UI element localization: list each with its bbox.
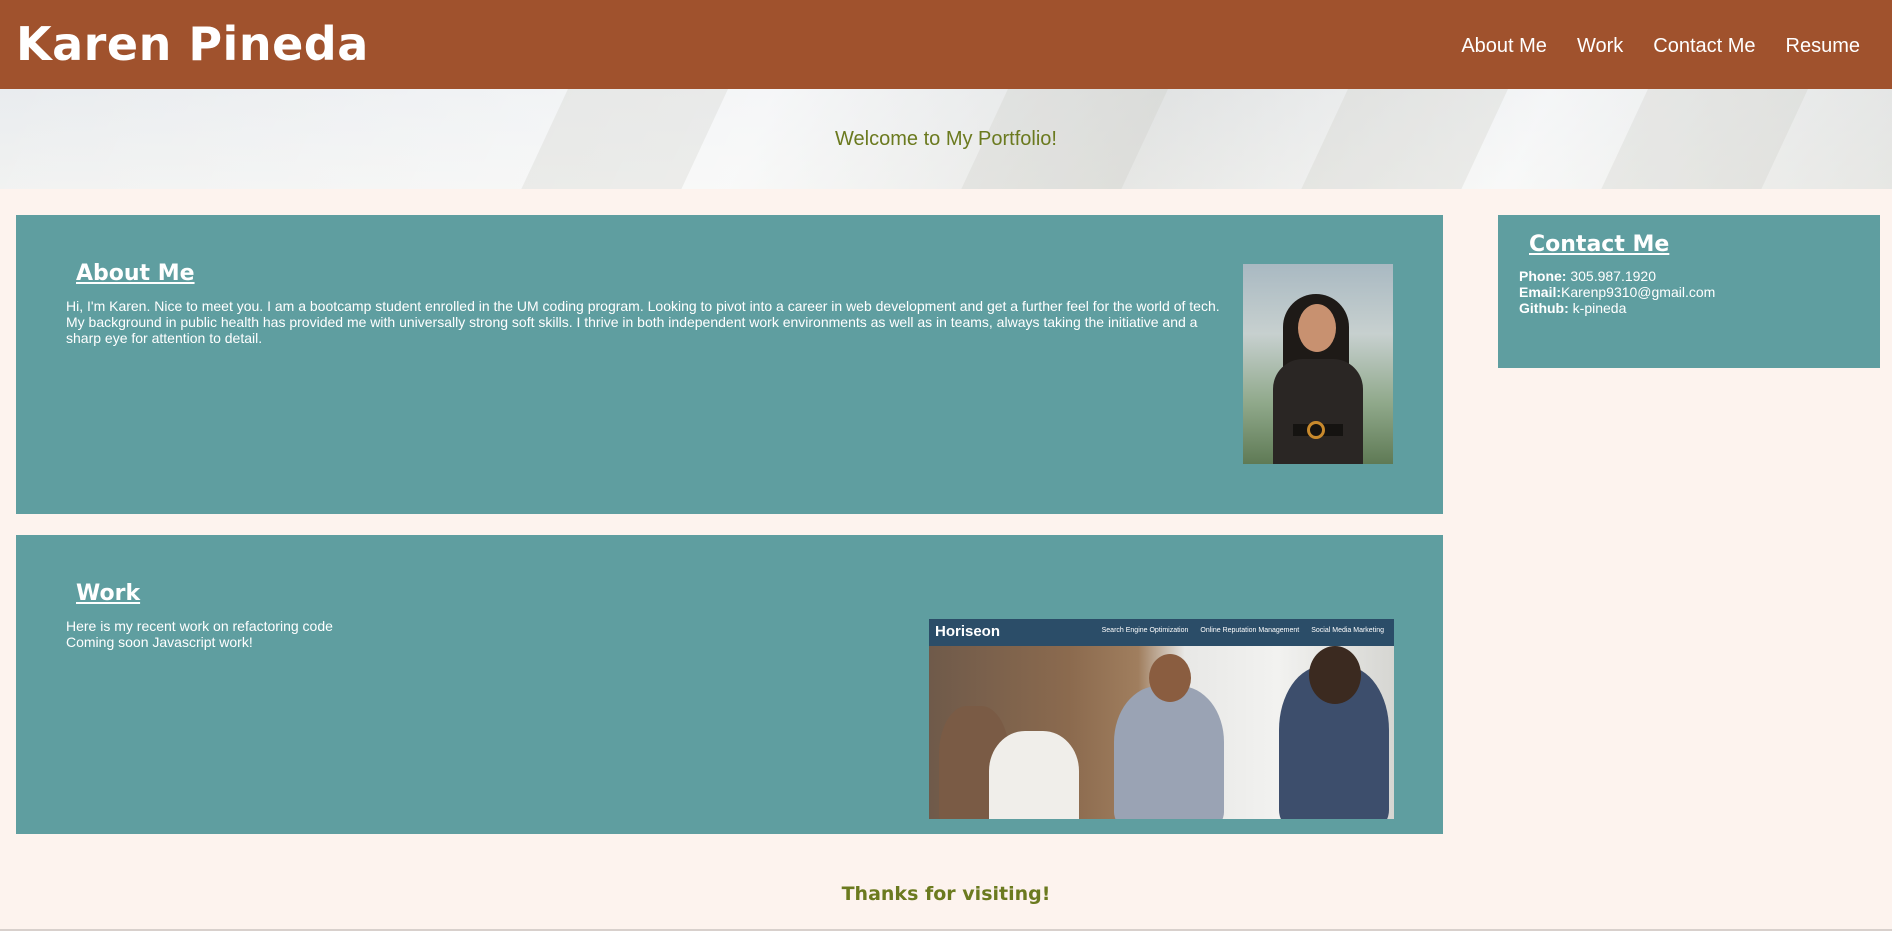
nav-link-contact-me[interactable]: Contact Me xyxy=(1653,33,1755,59)
contact-phone: Phone: 305.987.1920 xyxy=(1519,268,1715,284)
hero-welcome-text: Welcome to My Portfolio! xyxy=(835,128,1057,150)
work-line: Coming soon Javascript work! xyxy=(66,634,253,650)
project-screenshot-hero-image xyxy=(929,646,1394,819)
contact-me-section: Contact Me Phone: 305.987.1920 Email:Kar… xyxy=(1498,215,1880,368)
contact-email-value[interactable]: Karenp9310@gmail.com xyxy=(1561,284,1715,300)
contact-phone-value: 305.987.1920 xyxy=(1570,268,1656,284)
site-title: Karen Pineda xyxy=(16,17,369,71)
contact-github-value[interactable]: k-pineda xyxy=(1573,300,1627,316)
project-screenshot-brand: Horiseon xyxy=(935,623,1001,640)
project-screenshot-person xyxy=(1114,686,1224,819)
contact-list: Phone: 305.987.1920 Email:Karenp9310@gma… xyxy=(1519,268,1715,316)
project-screenshot-navbar: Horiseon Search Engine Optimization Onli… xyxy=(929,619,1394,646)
nav-link-about-me[interactable]: About Me xyxy=(1461,33,1547,59)
footer-thanks-text: Thanks for visiting! xyxy=(841,883,1051,905)
work-description: Here is my recent work on refactoring co… xyxy=(66,618,566,650)
profile-photo-buckle xyxy=(1307,421,1325,439)
contact-email-label: Email: xyxy=(1519,284,1562,300)
profile-photo-body xyxy=(1273,359,1363,464)
about-me-section: About Me Hi, I'm Karen. Nice to meet you… xyxy=(16,215,1443,514)
project-screenshot-person xyxy=(989,731,1079,819)
contact-me-heading: Contact Me xyxy=(1529,232,1670,257)
project-screenshot-link: Online Reputation Management xyxy=(1200,627,1300,634)
project-screenshot-links: Search Engine Optimization Online Reputa… xyxy=(1102,627,1384,634)
work-heading: Work xyxy=(76,581,141,606)
contact-github: Github: k-pineda xyxy=(1519,300,1715,316)
project-screenshot-link: Social Media Marketing xyxy=(1311,627,1384,634)
contact-github-label: Github: xyxy=(1519,300,1569,316)
contact-email: Email:Karenp9310@gmail.com xyxy=(1519,284,1715,300)
project-screenshot-person xyxy=(1149,654,1191,702)
project-screenshot-person xyxy=(1309,646,1361,704)
about-me-heading: About Me xyxy=(76,261,195,286)
main-nav: About Me Work Contact Me Resume xyxy=(1431,33,1860,59)
work-section: Work Here is my recent work on refactori… xyxy=(16,535,1443,834)
about-me-text: Hi, I'm Karen. Nice to meet you. I am a … xyxy=(66,298,1220,346)
contact-phone-label: Phone: xyxy=(1519,268,1567,284)
site-header: Karen Pineda About Me Work Contact Me Re… xyxy=(0,0,1892,89)
profile-photo xyxy=(1243,264,1393,464)
work-line: Here is my recent work on refactoring co… xyxy=(66,618,333,634)
project-screenshot-horiseon[interactable]: Horiseon Search Engine Optimization Onli… xyxy=(929,619,1394,819)
nav-link-work[interactable]: Work xyxy=(1577,33,1623,59)
profile-photo-face xyxy=(1298,304,1336,352)
project-screenshot-link: Search Engine Optimization xyxy=(1101,627,1189,634)
nav-link-resume[interactable]: Resume xyxy=(1786,33,1860,59)
hero-banner: Welcome to My Portfolio! xyxy=(0,89,1892,189)
